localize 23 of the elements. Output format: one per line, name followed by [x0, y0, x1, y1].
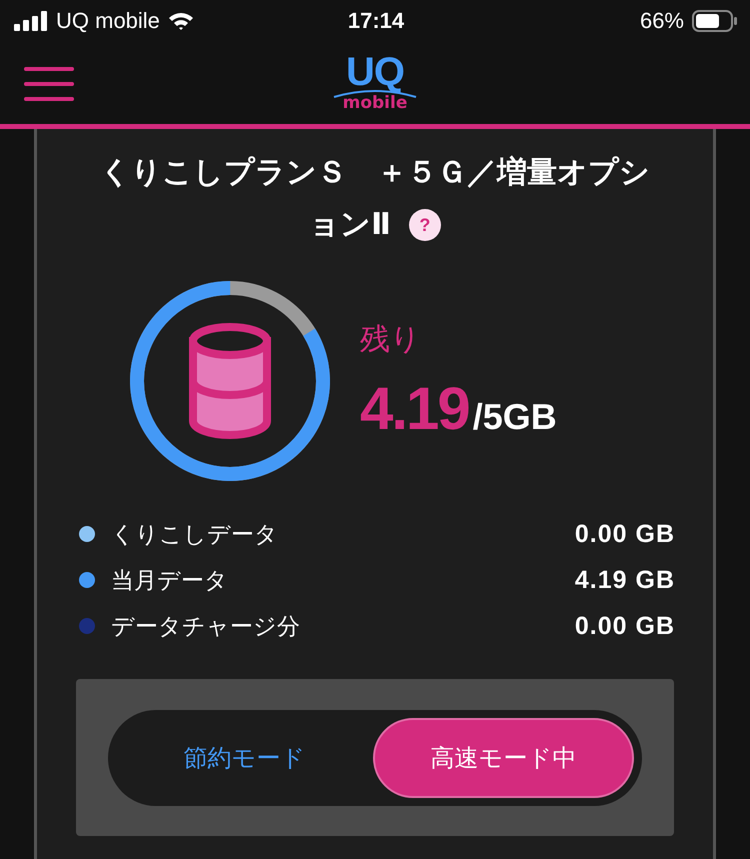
battery-icon [692, 10, 738, 32]
clock-time: 17:14 [348, 8, 404, 34]
legend-value: 0.00 GB [574, 520, 675, 548]
remaining-amount: 4.19 [360, 374, 469, 443]
legend-label: くりこしデータ [111, 520, 279, 550]
legend-label: 当月データ [111, 566, 229, 596]
plan-title: くりこしプランＳ ＋５Ｇ／増量オプシ [100, 154, 650, 192]
remaining-label: 残り [360, 321, 422, 359]
carrier-name: UQ mobile [56, 8, 160, 34]
battery-percent: 66% [640, 8, 684, 34]
signal-icon [14, 11, 48, 31]
mode-button[interactable]: 高速モード中 [373, 718, 634, 798]
total-amount: /5GB [472, 396, 557, 438]
wifi-icon [168, 11, 194, 31]
legend-label: データチャージ分 [111, 612, 301, 642]
plan-title: ョンⅡ [309, 206, 391, 244]
legend-value: 4.19 GB [574, 566, 675, 594]
menu-icon[interactable] [24, 67, 74, 101]
mode-button[interactable]: 節約モード [116, 718, 373, 798]
legend-value: 0.00 GB [574, 612, 675, 640]
logo[interactable]: UQ mobile [330, 54, 420, 112]
database-icon [188, 323, 272, 439]
help-button[interactable]: ? [408, 209, 441, 241]
